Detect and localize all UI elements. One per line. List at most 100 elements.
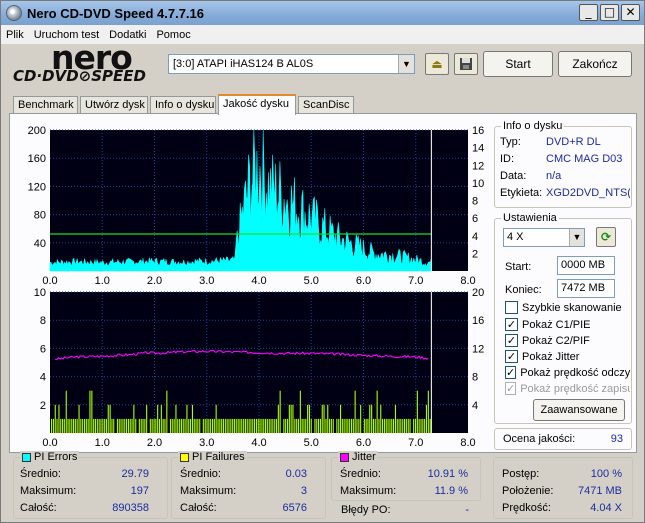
jitter-max-value: 11.9 %: [434, 485, 468, 497]
show-pif-checkbox[interactable]: ✓ Pokaż C2/PIF: [505, 334, 590, 347]
settings-group: Ustawienia 4 X ▼ ⟳ Start: 0000 MB Koniec…: [494, 212, 632, 424]
app-disc-icon: [6, 5, 22, 21]
pi-failure-bar: [307, 404, 309, 433]
checkmark-icon[interactable]: ✓: [505, 350, 518, 363]
pi-errors-avg-value: 29.79: [121, 468, 149, 480]
pi-failure-bar: [202, 418, 204, 433]
pi-failure-bar: [215, 404, 217, 433]
pi-failures-color-swatch: [180, 452, 189, 462]
refresh-button[interactable]: ⟳: [596, 227, 616, 247]
top-y-left-tick-label: 80: [34, 210, 46, 222]
pi-failure-bar: [301, 418, 303, 433]
minimize-button[interactable]: _: [579, 4, 598, 21]
start-button[interactable]: Start: [483, 51, 553, 77]
bot-x-tick-label: 0.0: [42, 437, 57, 449]
pi-failure-bar: [303, 418, 305, 433]
jitter-section: Jitter Średnio: 10.91 % Maksimum: 11.9 %…: [331, 451, 481, 519]
pi-failure-bar: [217, 418, 219, 433]
pi-failure-bar: [389, 418, 391, 433]
end-button[interactable]: Zakończ: [558, 51, 632, 77]
bot-x-tick-label: 6.0: [356, 437, 371, 449]
eject-button[interactable]: ⏏: [425, 53, 449, 75]
tab-disc-quality[interactable]: Jakość dysku: [218, 94, 296, 115]
pi-failure-bar: [319, 418, 321, 433]
tab-create-disc[interactable]: Utwórz dysk: [80, 96, 148, 114]
pi-failure-bar: [96, 418, 98, 433]
pi-failure-bar: [127, 418, 129, 433]
tab-scandisc[interactable]: ScanDisc: [298, 96, 354, 114]
checkmark-icon[interactable]: ✓: [505, 318, 518, 331]
pi-failure-bar: [347, 418, 349, 433]
pi-failure-bar: [195, 418, 197, 433]
maximize-button[interactable]: □: [600, 4, 619, 21]
bot-y-right-tick-label: 20: [472, 287, 484, 299]
pi-failure-bar: [113, 418, 115, 433]
jitter-avg-label: Średnio:: [340, 468, 381, 480]
menu-pomoc[interactable]: Pomoc: [151, 29, 195, 41]
pi-failure-bar: [162, 418, 164, 433]
start-input[interactable]: 0000 MB: [557, 256, 615, 275]
device-select[interactable]: [3:0] ATAPI iHAS124 B AL0S ▼: [168, 54, 415, 74]
checkbox-box[interactable]: [505, 301, 518, 314]
bot-x-tick-label: 8.0: [460, 437, 475, 449]
show-pie-checkbox[interactable]: ✓ Pokaż C1/PIE: [505, 318, 590, 331]
bot-y-left-tick-label: 4: [40, 372, 46, 384]
pi-failure-bar: [374, 418, 376, 433]
pi-failure-bar: [124, 418, 126, 433]
chevron-down-icon[interactable]: ▼: [569, 229, 584, 246]
pi-failure-bar: [424, 418, 426, 433]
top-y-right-tick-label: 6: [472, 213, 478, 225]
quality-score-group: Ocena jakości: 93: [494, 428, 632, 450]
pi-failure-bar: [248, 418, 250, 433]
pi-failures-title: PI Failures: [192, 451, 245, 463]
bot-y-right-tick-label: 12: [472, 343, 484, 355]
pi-failure-bar: [340, 404, 342, 433]
show-jitter-checkbox[interactable]: ✓ Pokaż Jitter: [505, 350, 579, 363]
pi-failure-bar: [51, 418, 53, 433]
pi-failures-header: PI Failures: [178, 451, 247, 463]
pi-failure-bar: [345, 418, 347, 433]
advanced-button[interactable]: Zaawansowane: [533, 399, 625, 421]
top-x-tick-label: 1.0: [95, 275, 110, 285]
pi-failure-bar: [186, 404, 188, 433]
end-input[interactable]: 7472 MB: [557, 279, 615, 298]
quality-panel: 0.0 1.0 2.0 3.0 4.0 5.0 6.0 7.0 8.0 200 160 120 80 40…: [9, 113, 637, 453]
tab-disc-info[interactable]: Info o dysku: [150, 96, 216, 114]
quick-scan-checkbox[interactable]: Szybkie skanowanie: [505, 301, 622, 314]
pi-failure-bar: [252, 418, 254, 433]
disc-eject-icon: ⏏: [431, 57, 443, 71]
pi-failure-bar: [179, 418, 181, 433]
speed-select[interactable]: 4 X ▼: [503, 228, 585, 247]
pi-failure-bar: [120, 418, 122, 433]
pi-failure-bar: [272, 418, 274, 433]
menu-plik[interactable]: Plik: [1, 29, 29, 41]
save-button[interactable]: [454, 53, 478, 75]
pi-failure-bar: [365, 418, 367, 433]
title-bar[interactable]: Nero CD-DVD Speed 4.7.7.16 _ □ ✕: [1, 1, 644, 25]
pi-failure-bar: [131, 418, 133, 433]
chevron-down-icon[interactable]: ▼: [398, 55, 414, 73]
checkmark-icon[interactable]: ✓: [505, 366, 517, 379]
show-read-speed-checkbox[interactable]: ✓ Pokaż prędkość odczytu: [505, 366, 630, 379]
pi-failures-chart: 0.0 1.0 2.0 3.0 4.0 5.0 6.0 7.0 8.0 10 8 6 4 2 20 16 12 8…: [34, 287, 485, 449]
disc-info-title: Info o dysku: [501, 120, 565, 132]
checkmark-icon[interactable]: ✓: [505, 334, 518, 347]
tab-benchmark[interactable]: Benchmark: [13, 96, 78, 114]
pi-failure-bar: [193, 418, 195, 433]
pi-errors-max-value: 197: [130, 485, 149, 497]
pi-failure-bar: [74, 418, 76, 433]
top-y-right-tick-label: 14: [472, 143, 484, 155]
pi-errors-avg-label: Średnio:: [20, 468, 61, 480]
start-label: Start:: [505, 261, 532, 273]
pi-failure-bar: [73, 418, 75, 433]
pi-failure-bar: [268, 418, 270, 433]
top-y-right-tick-label: 8: [472, 196, 478, 208]
po-errors-label: Błędy PO:: [341, 504, 391, 516]
top-x-tick-label: 6.0: [356, 275, 371, 285]
pi-failure-bar: [237, 418, 239, 433]
pi-failure-bar: [116, 418, 118, 433]
pi-failure-bar: [250, 418, 252, 433]
pi-failure-bar: [332, 418, 334, 433]
close-button[interactable]: ✕: [621, 4, 640, 21]
disc-date-label: Data:: [500, 170, 527, 182]
